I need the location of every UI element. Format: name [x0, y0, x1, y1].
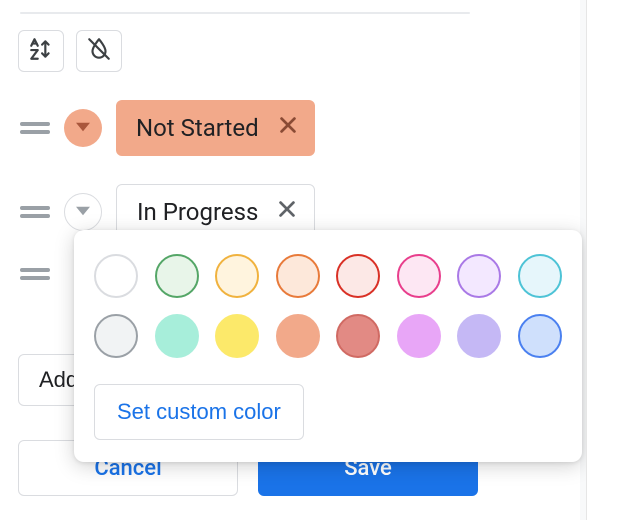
color-swatch[interactable] — [518, 314, 562, 358]
row-color-dropdown[interactable] — [64, 193, 102, 231]
remove-option-button[interactable] — [276, 198, 298, 226]
chevron-down-icon — [76, 203, 90, 222]
option-label: In Progress — [137, 198, 258, 226]
set-custom-color-button[interactable]: Set custom color — [94, 384, 304, 440]
color-picker-popover: Set custom color — [74, 230, 582, 462]
sort-az-button[interactable] — [18, 30, 64, 72]
color-swatch[interactable] — [336, 314, 380, 358]
add-label: Add — [39, 367, 78, 393]
color-swatch[interactable] — [155, 314, 199, 358]
drag-handle[interactable] — [20, 122, 50, 134]
color-swatch[interactable] — [397, 254, 441, 298]
color-swatch[interactable] — [94, 254, 138, 298]
color-swatch[interactable] — [94, 314, 138, 358]
row-color-dropdown[interactable] — [64, 109, 102, 147]
close-icon — [276, 198, 298, 226]
drag-handle[interactable] — [20, 268, 50, 280]
color-off-button[interactable] — [76, 30, 122, 72]
color-off-icon — [86, 36, 112, 66]
option-row: Not Started — [20, 100, 315, 156]
close-icon — [277, 114, 299, 142]
chevron-down-icon — [76, 119, 90, 138]
color-swatch[interactable] — [518, 254, 562, 298]
color-swatch[interactable] — [276, 254, 320, 298]
color-swatch[interactable] — [457, 254, 501, 298]
color-swatch[interactable] — [215, 254, 259, 298]
divider-line — [20, 12, 470, 14]
color-swatch[interactable] — [457, 314, 501, 358]
option-row — [20, 268, 50, 280]
color-swatch[interactable] — [215, 314, 259, 358]
color-swatch[interactable] — [155, 254, 199, 298]
option-chip[interactable]: Not Started — [116, 100, 315, 156]
remove-option-button[interactable] — [277, 114, 299, 142]
option-label: Not Started — [136, 114, 259, 142]
sort-az-icon — [28, 36, 54, 66]
custom-color-label: Set custom color — [117, 399, 281, 424]
color-swatch[interactable] — [336, 254, 380, 298]
color-swatch[interactable] — [397, 314, 441, 358]
drag-handle[interactable] — [20, 206, 50, 218]
side-panel-edge — [586, 0, 626, 520]
color-swatch[interactable] — [276, 314, 320, 358]
